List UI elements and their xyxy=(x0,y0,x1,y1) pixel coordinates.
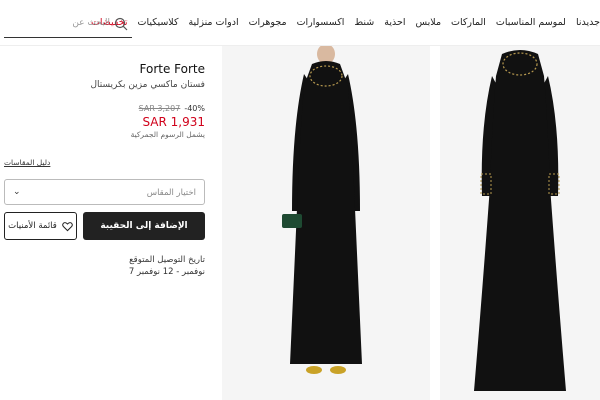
nav-item-new[interactable]: جديدنا xyxy=(576,17,600,28)
dress-front-illustration xyxy=(282,44,362,374)
nav-item-shoes[interactable]: احذية xyxy=(384,17,405,28)
add-to-bag-button[interactable]: الإضافة إلى الحقيبة xyxy=(83,212,205,240)
top-nav: جديدنا لموسم المناسبات الماركات ملابس اح… xyxy=(0,0,600,46)
nav-item-bags[interactable]: شنط xyxy=(354,17,374,28)
product-brand[interactable]: Forte Forte xyxy=(140,62,206,76)
product-title: فستان ماكسي مزين بكريستال xyxy=(90,80,205,90)
chevron-down-icon: ⌄ xyxy=(13,187,21,197)
product-image-back[interactable] xyxy=(440,46,600,400)
wishlist-button[interactable]: قائمة الأمنيات xyxy=(4,212,77,240)
wishlist-label: قائمة الأمنيات xyxy=(8,221,57,231)
nav-item-brands[interactable]: الماركات xyxy=(451,17,486,28)
duties-note: يشمل الرسوم الجمركية xyxy=(130,130,205,139)
heart-icon xyxy=(62,221,73,231)
search-icon xyxy=(114,17,128,31)
nav-item-occasions[interactable]: لموسم المناسبات xyxy=(496,17,566,28)
search-placeholder: البحث عن xyxy=(72,18,110,28)
search-input[interactable]: البحث عن xyxy=(4,10,132,38)
original-price: SAR 3,207 xyxy=(138,104,181,113)
nav-item-clothing[interactable]: ملابس xyxy=(416,17,442,28)
price-discount-row: 40%- SAR 3,207 xyxy=(139,104,205,113)
nav-item-classics[interactable]: كلاسيكيات xyxy=(138,17,179,28)
product-image-front[interactable] xyxy=(222,44,430,400)
size-select-placeholder: اختيار المقاس xyxy=(146,188,196,198)
size-select[interactable]: اختيار المقاس ⌄ xyxy=(4,179,205,205)
dress-back-illustration xyxy=(474,50,566,391)
sale-price: SAR 1,931 xyxy=(142,115,205,129)
size-guide-link[interactable]: دليل المقاسات xyxy=(4,158,50,167)
nav-item-jewelry[interactable]: مجوهرات xyxy=(249,17,287,28)
delivery-dates: 7 نوفمبر - 12 نوفمبر xyxy=(128,267,205,277)
nav-item-homeware[interactable]: ادوات منزلية xyxy=(188,17,238,28)
delivery-label: تاريخ التوصيل المتوقع xyxy=(129,255,205,265)
discount-badge: 40%- xyxy=(184,104,205,113)
nav-item-accessories[interactable]: اكسسوارات xyxy=(297,17,345,28)
nav-menu: جديدنا لموسم المناسبات الماركات ملابس اح… xyxy=(91,17,600,28)
